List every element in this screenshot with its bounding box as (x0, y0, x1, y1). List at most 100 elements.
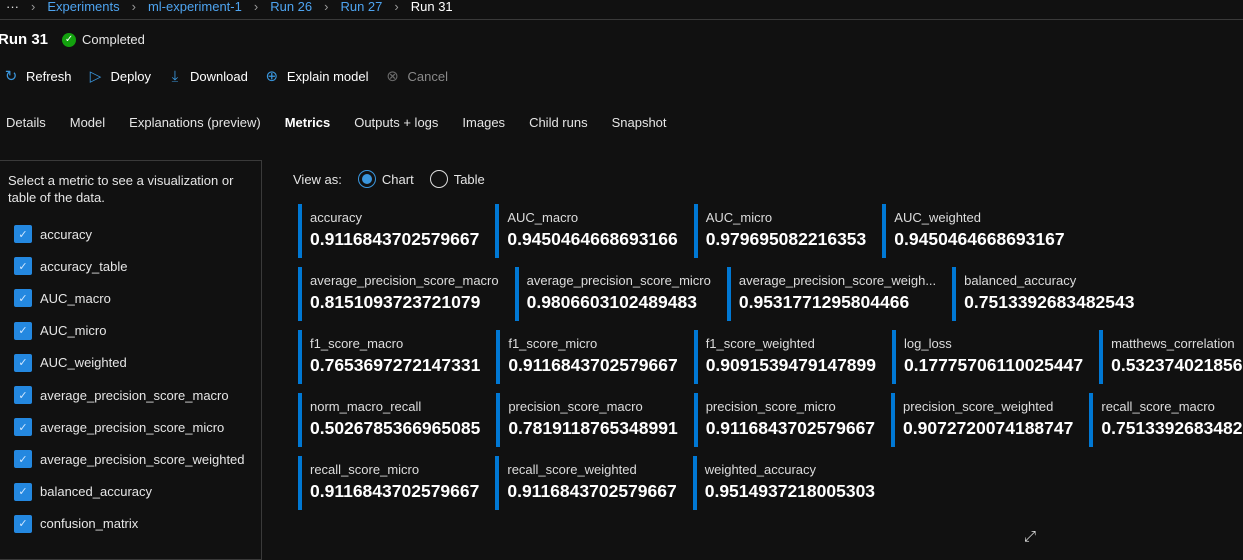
metric-value: 0.7653697272147331 (310, 355, 481, 375)
checkbox-checked-icon[interactable]: ✓ (14, 450, 32, 469)
metric-checkbox-item[interactable]: ✓ AUC_macro (0, 282, 261, 314)
breadcrumb-more[interactable]: ··· (6, 0, 19, 14)
metric-card[interactable]: recall_score_macro 0.7513392683482543 (1089, 393, 1243, 447)
metric-card[interactable]: balanced_accuracy 0.7513392683482543 (952, 267, 1140, 321)
checkbox-checked-icon[interactable]: ✓ (14, 353, 32, 372)
cancel-label: Cancel (407, 68, 448, 84)
metric-checkbox-label: average_precision_score_micro (40, 419, 225, 435)
tab-model[interactable]: Model (70, 115, 105, 130)
play-icon: ▷ (89, 68, 102, 85)
explain-model-button[interactable]: ⊕ Explain model (264, 67, 369, 85)
metric-checkbox-item[interactable]: ✓ average_precision_score_weighted (0, 443, 261, 475)
metric-checkbox-item[interactable]: ✓ accuracy_table (0, 250, 261, 282)
metric-card[interactable]: AUC_micro 0.979695082216353 (693, 204, 873, 258)
metric-card[interactable]: average_precision_score_weigh... 0.953177… (726, 267, 942, 321)
metric-checkbox-item[interactable]: ✓ average_precision_score_micro (0, 411, 261, 443)
metric-card-row: f1_score_macro 0.7653697272147331 f1_score… (298, 330, 1243, 384)
breadcrumb-run-27[interactable]: Run 27 (340, 0, 382, 14)
metric-card[interactable]: f1_score_macro 0.7653697272147331 (298, 330, 486, 384)
metric-checkbox-item[interactable]: ✓ AUC_micro (0, 315, 261, 347)
cancel-button[interactable]: ⊗ Cancel (384, 67, 448, 85)
radio-table[interactable]: Table (429, 170, 485, 188)
download-icon: ⤓ (171, 67, 179, 85)
metric-card[interactable]: precision_score_weighted 0.90727200741887… (891, 393, 1079, 447)
page-title: Run 31 (0, 31, 49, 48)
metric-card[interactable]: matthews_correlation 0.5323740218566827 (1099, 330, 1243, 384)
tab-metrics[interactable]: Metrics (285, 115, 331, 130)
metric-checkbox-label: AUC_weighted (40, 355, 127, 371)
checkbox-checked-icon[interactable]: ✓ (14, 514, 32, 533)
sidebar-hint: Select a metric to see a visualization o… (8, 173, 234, 205)
tab-explanations-preview[interactable]: Explanations (preview) (129, 115, 261, 130)
metric-card[interactable]: log_loss 0.17775706110025447 (892, 330, 1089, 384)
metric-card[interactable]: f1_score_micro 0.9116843702579667 (496, 330, 683, 384)
checkbox-checked-icon[interactable]: ✓ (14, 482, 32, 501)
checkbox-checked-icon[interactable]: ✓ (14, 257, 32, 276)
metric-name: precision_score_macro (508, 399, 643, 414)
explain-label: Explain model (286, 68, 369, 84)
check-circle-icon: ✓ (62, 32, 77, 47)
metric-value: 0.9116843702579667 (508, 355, 678, 375)
metric-value: 0.7513392683482543 (964, 292, 1135, 312)
tab-images[interactable]: Images (462, 115, 505, 130)
breadcrumb-experiment[interactable]: ml-experiment-1 (148, 0, 242, 14)
metric-name: balanced_accuracy (964, 273, 1077, 288)
expand-icon[interactable]: ⤢ (1024, 528, 1036, 545)
tab-child-runs[interactable]: Child runs (529, 115, 588, 130)
breadcrumb-current: Run 31 (410, 0, 453, 14)
metric-card[interactable]: AUC_macro 0.9450464668693166 (495, 204, 683, 258)
metric-name: f1_score_weighted (705, 336, 815, 351)
tab-snapshot[interactable]: Snapshot (612, 115, 667, 130)
tab-outputs-logs[interactable]: Outputs + logs (354, 115, 438, 130)
metric-value: 0.9450464668693166 (507, 229, 678, 249)
metric-checkbox-item[interactable]: ✓ balanced_accuracy (0, 476, 261, 508)
metric-card[interactable]: norm_macro_recall 0.5026785366965085 (298, 393, 486, 447)
metric-name: AUC_macro (507, 210, 579, 225)
checkbox-checked-icon[interactable]: ✓ (14, 418, 32, 437)
metric-card[interactable]: AUC_weighted 0.9450464668693167 (882, 204, 1070, 258)
breadcrumb-experiments[interactable]: Experiments (47, 0, 119, 14)
metric-value: 0.5026785366965085 (310, 418, 481, 438)
radio-chart[interactable]: Chart (357, 170, 414, 188)
breadcrumb-run-26[interactable]: Run 26 (270, 0, 312, 14)
metric-card[interactable]: precision_score_micro 0.9116843702579667 (693, 393, 881, 447)
metric-card[interactable]: weighted_accuracy 0.9514937218005303 (692, 456, 881, 510)
radio-chart-label: Chart (381, 171, 414, 187)
metric-name: recall_score_weighted (507, 462, 637, 477)
metric-checkbox-item[interactable]: ✓ average_precision_score_macro (0, 379, 261, 411)
view-as-label: View as: (293, 171, 342, 187)
chevron-right-icon: › (394, 0, 399, 14)
metric-checkbox-label: average_precision_score_macro (40, 387, 229, 403)
checkbox-checked-icon[interactable]: ✓ (14, 225, 32, 244)
metric-card-row: average_precision_score_macro 0.815109372… (298, 267, 1243, 321)
metric-checkbox-item[interactable]: ✓ AUC_weighted (0, 347, 261, 379)
checkbox-checked-icon[interactable]: ✓ (14, 289, 32, 308)
refresh-button[interactable]: ↻ Refresh (3, 67, 72, 85)
metric-checkbox-item[interactable]: ✓ confusion_matrix (0, 508, 261, 540)
metric-value: 0.9531771295804466 (738, 292, 910, 312)
metric-checkbox-label: balanced_accuracy (40, 484, 153, 500)
metric-name: f1_score_macro (310, 336, 404, 351)
zoom-in-icon: ⊕ (265, 68, 279, 85)
metric-card[interactable]: f1_score_weighted 0.9091539479147899 (693, 330, 882, 384)
metric-cards: accuracy 0.9116843702579667 AUC_macro 0.945… (298, 204, 1243, 519)
metric-sidebar: Select a metric to see a visualization o… (0, 160, 262, 560)
metric-checkbox-item[interactable]: ✓ accuracy (0, 218, 261, 250)
metric-card[interactable]: recall_score_weighted 0.9116843702579667 (495, 456, 682, 510)
metric-card[interactable]: precision_score_macro 0.7819118765348991 (496, 393, 683, 447)
metric-card[interactable]: recall_score_micro 0.9116843702579667 (298, 456, 485, 510)
metric-checkbox-label: AUC_micro (40, 323, 107, 339)
checkbox-checked-icon[interactable]: ✓ (14, 386, 32, 405)
metric-value: 0.9091539479147899 (705, 355, 877, 375)
metric-card[interactable]: average_precision_score_micro 0.980660310… (514, 267, 717, 321)
metric-card[interactable]: accuracy 0.9116843702579667 (298, 204, 485, 258)
metric-card-row: recall_score_micro 0.9116843702579667 reca… (298, 456, 1243, 510)
deploy-button[interactable]: ▷ Deploy (88, 67, 151, 85)
metric-value: 0.9116843702579667 (507, 481, 677, 501)
metric-card[interactable]: average_precision_score_macro 0.815109372… (298, 267, 505, 321)
checkbox-checked-icon[interactable]: ✓ (14, 321, 32, 340)
metric-name: f1_score_micro (508, 336, 598, 351)
chevron-right-icon: › (253, 0, 259, 14)
download-button[interactable]: ⤓ Download (167, 68, 248, 85)
tab-details[interactable]: Details (6, 115, 46, 130)
